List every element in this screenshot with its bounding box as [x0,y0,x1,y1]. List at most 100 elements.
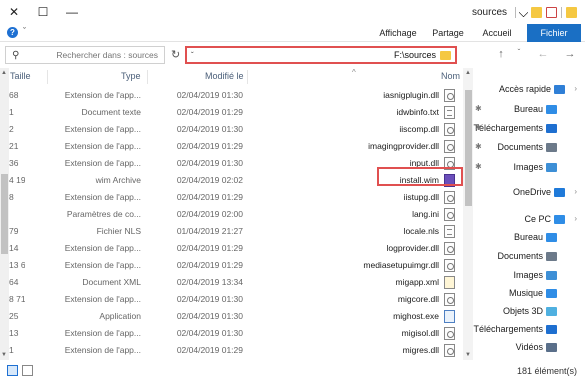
file-type: Extension de l'app... [64,90,141,100]
column-divider[interactable] [247,70,248,84]
nav-item[interactable]: Téléchargements [473,322,585,338]
file-name[interactable]: migapp.xml [259,277,439,287]
file-size: 64 [9,277,19,287]
scroll-down-arrow[interactable]: ▼ [1,352,7,358]
file-type: Extension de l'app... [64,158,141,168]
column-modified[interactable]: Modifié le [205,71,244,81]
nav-item[interactable]: Musique [473,286,585,302]
file-gear-icon [444,140,455,153]
file-txt-icon [444,106,455,119]
scrollbar-thumb[interactable] [1,174,8,254]
nav-item[interactable]: Objets 3D [473,304,585,320]
file-row[interactable]: 25 Application 02/04/2019 01:30 mighost.exe [9,309,463,325]
desktop-icon [546,105,557,114]
file-row[interactable]: Paramètres de co... 02/04/2019 02:00 lang.… [9,207,463,223]
search-box[interactable]: ⚲ [5,46,165,64]
horizontal-scrollbar[interactable]: ▲ ▼ [0,68,9,360]
column-divider[interactable] [147,70,148,84]
qa-dropdown-icon[interactable] [518,7,529,17]
tab-partage[interactable]: Partage [427,24,469,42]
scroll-down-arrow[interactable]: ▼ [465,352,471,358]
maximize-button[interactable]: ☐ [33,4,53,20]
tab-accueil[interactable]: Accueil [476,24,518,42]
tab-fichier[interactable]: Fichier [527,24,581,42]
search-input[interactable] [19,50,158,60]
ribbon-collapse-icon[interactable]: ˇ [23,26,26,36]
help-icon[interactable]: ? [7,27,18,38]
nav-item[interactable]: Vidéos [473,340,585,356]
file-row[interactable]: 13 63 Extension de l'app... 02/04/2019 01:… [9,258,463,274]
nav-item[interactable]: Images [473,268,585,284]
large-icons-view-icon[interactable] [22,365,33,376]
nav-item[interactable]: Ce PC › [473,212,585,228]
file-name[interactable]: migcore.dll [259,294,439,304]
nav-item[interactable]: Bureau [473,230,585,246]
file-name[interactable]: migres.dll [259,345,439,355]
file-name[interactable]: idwbinfo.txt [259,107,439,117]
tab-affichage[interactable]: Affichage [374,24,422,42]
file-name[interactable]: lang.ini [259,209,439,219]
nav-item-label: Documents [497,251,543,261]
nav-item-label: Documents [497,142,543,152]
recent-locations-icon[interactable]: ˇ [512,48,526,57]
details-view-icon[interactable] [7,365,18,376]
nav-item[interactable]: Documents [473,249,585,265]
file-name[interactable]: locale.nls [259,226,439,236]
file-name[interactable]: iasnigplugin.dll [259,90,439,100]
file-row[interactable]: 68 Extension de l'app... 02/04/2019 01:30 i… [9,88,463,104]
file-row[interactable]: 8 71 Extension de l'app... 02/04/2019 01:3… [9,292,463,308]
close-button[interactable]: ✕ [4,4,24,20]
nav-item[interactable]: Accès rapide › [473,82,585,98]
expand-chevron-icon[interactable]: › [574,187,577,196]
file-row[interactable]: 14 Extension de l'app... 02/04/2019 01:29 l… [9,241,463,257]
new-folder-icon[interactable] [531,6,542,18]
file-row[interactable]: 21 Extension de l'app... 02/04/2019 01:29 i… [9,139,463,155]
address-bar[interactable]: ˇ F:\sources [185,46,457,64]
pin-icon: ✱ [475,162,482,171]
file-type: Document texte [81,107,141,117]
file-name[interactable]: mighost.exe [259,311,439,321]
nav-item[interactable]: OneDrive › [473,185,585,201]
file-row[interactable]: 79 Fichier NLS 01/04/2019 21:27 locale.nls [9,224,463,240]
back-button[interactable]: ← [536,48,550,60]
file-name[interactable]: imagingprovider.dll [259,141,439,151]
scrollbar-thumb[interactable] [465,90,472,206]
minimize-button[interactable]: — [62,4,82,20]
scroll-up-arrow[interactable]: ▲ [465,70,471,76]
up-button[interactable]: ↑ [494,48,508,60]
file-date: 02/04/2019 01:30 [176,311,243,321]
file-name[interactable]: logprovider.dll [259,243,439,253]
column-size[interactable]: Taille [10,71,31,81]
file-gear-icon [444,344,455,357]
file-name[interactable]: mediasetupuimgr.dll [259,260,439,270]
file-row[interactable]: 1 Document texte 02/04/2019 01:29 idwbinfo.… [9,105,463,121]
nav-item[interactable]: Bureau ✱ [473,102,585,118]
file-type: Extension de l'app... [64,328,141,338]
forward-button[interactable]: → [563,48,577,60]
nav-item[interactable]: Images ✱ [473,160,585,176]
file-size: 8 71 [9,294,25,304]
nav-item[interactable]: Documents ✱ [473,140,585,156]
file-row[interactable]: 13 Extension de l'app... 02/04/2019 01:30 m… [9,326,463,342]
vertical-scrollbar[interactable]: ▲ ▼ [463,68,473,360]
scroll-up-arrow[interactable]: ▲ [1,70,7,76]
file-row[interactable]: 1 Extension de l'app... 02/04/2019 01:29 mi… [9,343,463,359]
file-exe-icon [444,310,455,323]
expand-chevron-icon[interactable]: › [574,84,577,93]
file-name[interactable]: iiscomp.dll [259,124,439,134]
address-path[interactable]: F:\sources [194,50,440,60]
file-row[interactable]: 8 Extension de l'app... 02/04/2019 01:29 ii… [9,190,463,206]
file-row[interactable]: 2 Extension de l'app... 02/04/2019 01:30 ii… [9,122,463,138]
column-type[interactable]: Type [121,71,141,81]
file-date: 02/04/2019 01:30 [176,294,243,304]
nav-item-label: Images [513,162,543,172]
column-divider[interactable] [47,70,48,84]
properties-icon[interactable] [546,6,557,18]
refresh-icon[interactable]: ↻ [171,48,180,61]
file-name[interactable]: migisol.dll [259,328,439,338]
file-row[interactable]: 64 Document XML 02/04/2019 13:34 migapp.xml [9,275,463,291]
column-name[interactable]: Nom [441,71,460,81]
expand-chevron-icon[interactable]: › [574,214,577,223]
nav-item[interactable]: Téléchargements ✱ [473,121,585,137]
file-name[interactable]: iistupg.dll [259,192,439,202]
